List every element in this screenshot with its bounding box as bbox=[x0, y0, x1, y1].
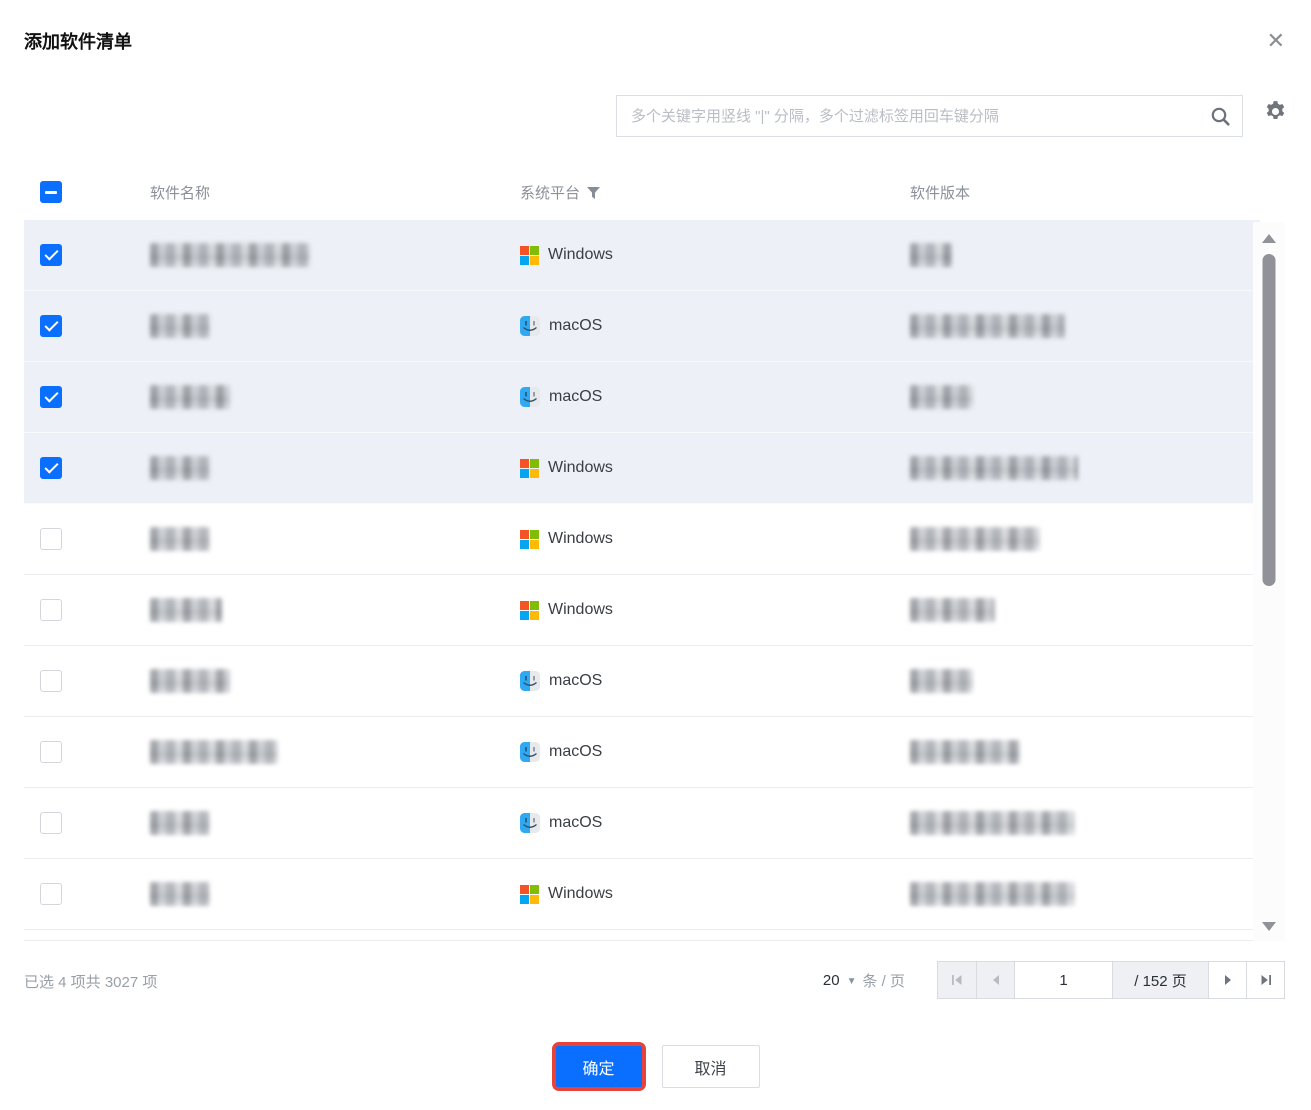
software-name-redacted bbox=[150, 456, 210, 480]
platform-label: macOS bbox=[549, 672, 603, 689]
page-prev-icon[interactable] bbox=[976, 962, 1014, 998]
search-input[interactable] bbox=[617, 96, 1198, 136]
gear-icon[interactable] bbox=[1261, 97, 1289, 125]
table-row[interactable]: macOS bbox=[24, 291, 1260, 362]
windows-icon bbox=[520, 884, 539, 904]
windows-icon bbox=[520, 529, 539, 549]
table-row[interactable]: Windows bbox=[24, 433, 1260, 504]
page-first-icon[interactable] bbox=[938, 962, 976, 998]
software-name-redacted bbox=[150, 527, 210, 551]
windows-icon bbox=[520, 458, 539, 478]
table-row[interactable]: macOS bbox=[24, 362, 1260, 433]
table-header: 软件名称 系统平台 软件版本 bbox=[24, 164, 1260, 220]
dialog-title: 添加软件清单 bbox=[24, 32, 132, 52]
dialog-actions: 确定 取消 bbox=[0, 1042, 1311, 1091]
software-name-redacted bbox=[150, 669, 230, 693]
platform-label: macOS bbox=[549, 743, 603, 760]
software-version-redacted bbox=[910, 882, 1075, 906]
page-next-icon[interactable] bbox=[1208, 962, 1246, 998]
close-icon[interactable]: ✕ bbox=[1267, 30, 1285, 52]
software-version-redacted bbox=[910, 456, 1078, 480]
software-version-redacted bbox=[910, 598, 995, 622]
scrollbar-down-icon[interactable] bbox=[1262, 922, 1276, 931]
table-row[interactable]: macOS bbox=[24, 788, 1260, 859]
select-all-checkbox[interactable] bbox=[40, 181, 62, 203]
platform-label: Windows bbox=[548, 601, 613, 618]
scrollbar-thumb[interactable] bbox=[1262, 254, 1276, 586]
software-name-redacted bbox=[150, 811, 210, 835]
macos-icon bbox=[520, 316, 540, 336]
page-size-unit: 条 / 页 bbox=[862, 972, 905, 990]
row-checkbox[interactable] bbox=[40, 528, 62, 550]
platform-label: Windows bbox=[548, 246, 613, 263]
software-version-redacted bbox=[910, 811, 1075, 835]
platform-label: macOS bbox=[549, 317, 603, 334]
software-version-redacted bbox=[910, 243, 952, 267]
software-version-redacted bbox=[910, 669, 973, 693]
software-name-redacted bbox=[150, 314, 210, 338]
row-checkbox[interactable] bbox=[40, 386, 62, 408]
platform-label: macOS bbox=[549, 814, 603, 831]
platform-label: macOS bbox=[549, 388, 603, 405]
cancel-button[interactable]: 取消 bbox=[661, 1045, 760, 1088]
platform-label: Windows bbox=[548, 885, 613, 902]
confirm-highlight-annotation: 确定 bbox=[551, 1042, 646, 1091]
row-checkbox[interactable] bbox=[40, 599, 62, 621]
software-version-redacted bbox=[910, 740, 1020, 764]
table-row[interactable]: Windows bbox=[24, 220, 1260, 291]
page-size-select[interactable]: 20 ▼ 条 / 页 bbox=[823, 970, 905, 991]
page-input-cell bbox=[1014, 962, 1113, 998]
pagination-bar: 20 ▼ 条 / 页 / 152 页 bbox=[823, 961, 1285, 999]
macos-icon bbox=[520, 813, 540, 833]
software-version-redacted bbox=[910, 314, 1065, 338]
current-page-input[interactable] bbox=[1014, 962, 1113, 998]
filter-funnel-icon[interactable] bbox=[587, 187, 601, 199]
software-name-redacted bbox=[150, 740, 278, 764]
row-checkbox[interactable] bbox=[40, 883, 62, 905]
software-name-redacted bbox=[150, 598, 222, 622]
row-checkbox[interactable] bbox=[40, 741, 62, 763]
software-name-redacted bbox=[150, 882, 210, 906]
table-row[interactable]: macOS bbox=[24, 646, 1260, 717]
confirm-button[interactable]: 确定 bbox=[555, 1046, 642, 1087]
caret-down-icon[interactable]: ▼ bbox=[847, 976, 857, 987]
software-version-redacted bbox=[910, 527, 1040, 551]
row-checkbox[interactable] bbox=[40, 457, 62, 479]
scrollbar-up-icon[interactable] bbox=[1262, 234, 1276, 243]
row-checkbox[interactable] bbox=[40, 812, 62, 834]
row-checkbox[interactable] bbox=[40, 244, 62, 266]
platform-label: Windows bbox=[548, 459, 613, 476]
software-name-redacted bbox=[150, 243, 310, 267]
macos-icon bbox=[520, 742, 540, 762]
software-version-redacted bbox=[910, 385, 973, 409]
column-header-name: 软件名称 bbox=[150, 184, 211, 202]
table-row[interactable]: macOS bbox=[24, 717, 1260, 788]
column-header-platform[interactable]: 系统平台 bbox=[520, 182, 910, 203]
row-checkbox[interactable] bbox=[40, 315, 62, 337]
table-row[interactable]: Windows bbox=[24, 575, 1260, 646]
windows-icon bbox=[520, 245, 539, 265]
macos-icon bbox=[520, 387, 540, 407]
table-body: Windows macOS macOS Windows Windows Wind… bbox=[24, 220, 1260, 941]
search-icon[interactable] bbox=[1198, 96, 1242, 136]
page-size-value[interactable]: 20 bbox=[823, 972, 840, 989]
software-table: 软件名称 系统平台 软件版本 Windows macOS macOS Windo… bbox=[24, 164, 1260, 941]
table-row[interactable]: Windows bbox=[24, 504, 1260, 575]
table-scrollbar bbox=[1253, 222, 1285, 941]
selection-summary: 已选 4 项共 3027 项 bbox=[24, 974, 158, 991]
column-header-version: 软件版本 bbox=[910, 184, 971, 202]
macos-icon bbox=[520, 671, 540, 691]
table-row[interactable]: Windows bbox=[24, 859, 1260, 930]
total-pages-label: / 152 页 bbox=[1112, 962, 1208, 998]
search-bar bbox=[616, 95, 1243, 137]
pager: / 152 页 bbox=[937, 961, 1285, 999]
software-name-redacted bbox=[150, 385, 230, 409]
windows-icon bbox=[520, 600, 539, 620]
page-last-icon[interactable] bbox=[1246, 962, 1284, 998]
platform-label: Windows bbox=[548, 530, 613, 547]
row-checkbox[interactable] bbox=[40, 670, 62, 692]
